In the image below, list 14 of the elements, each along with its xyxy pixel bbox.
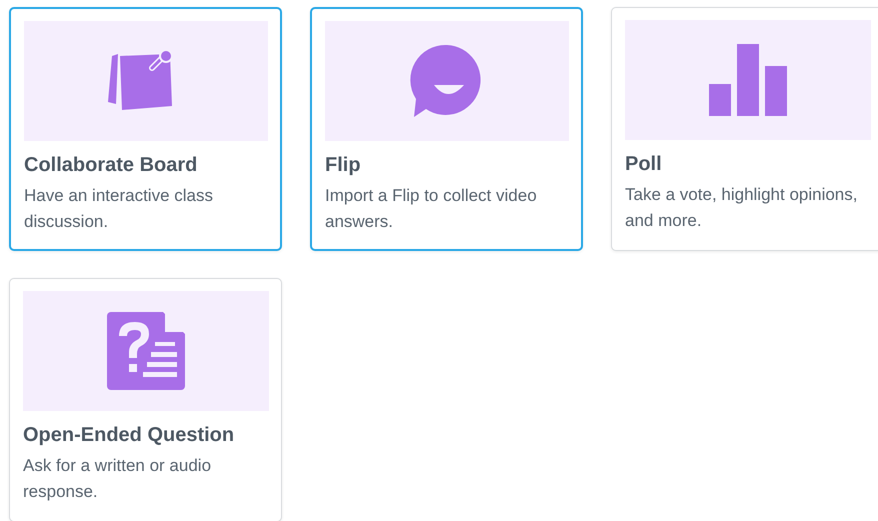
card-title: Open-Ended Question (23, 424, 236, 447)
activity-card[interactable]: Open-Ended Question Ask for a written or audio response. (9, 278, 282, 521)
card-description: Have an interactive class discussion. (24, 185, 214, 233)
card-title: Flip (325, 154, 362, 177)
card-description: Import a Flip to collect video answers. (325, 185, 538, 233)
bar-chart-icon (709, 44, 787, 116)
activity-card[interactable]: Flip Import a Flip to collect video answers. (310, 7, 583, 251)
card-description: Ask for a written or audio response. (23, 455, 212, 503)
question-document-icon (107, 312, 185, 390)
activity-card[interactable]: Collaborate Board Have an interactive class discussion. (9, 7, 282, 251)
activity-card[interactable]: Poll Take a vote, highlight opinions, and more. (611, 7, 878, 251)
card-title: Collaborate Board (24, 154, 198, 177)
card-description: Take a vote, highlight opinions, and more. (625, 184, 858, 232)
card-title: Poll (625, 153, 663, 176)
